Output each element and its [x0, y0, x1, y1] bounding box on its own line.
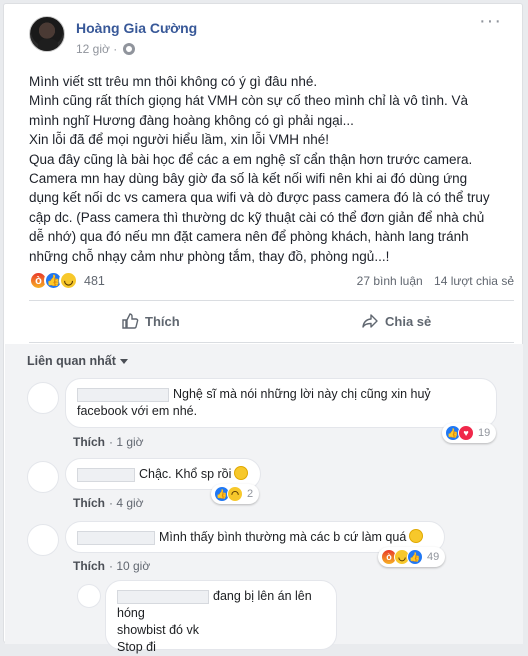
- like-button[interactable]: Thích: [121, 312, 180, 330]
- divider: [29, 342, 514, 343]
- comment-meta: Thích · 1 giờ: [73, 435, 144, 449]
- post-line: Mình cũng rất thích giọng hát VMH còn sự…: [29, 93, 469, 109]
- post-line: Qua đây cũng là bài học để các a em nghệ…: [29, 151, 473, 167]
- commenter-name[interactable]: [77, 530, 155, 545]
- comment-reaction-count: 2: [247, 488, 254, 500]
- sad-react-icon: ◠: [227, 486, 243, 502]
- comment-time[interactable]: · 10 giờ: [109, 559, 150, 573]
- post-line: Camera mn hay dùng bây giờ đa số là kết …: [29, 171, 468, 187]
- divider: [29, 300, 514, 301]
- post-line: cập dc. (Pass camera thì thường dc kỹ th…: [29, 209, 485, 225]
- reaction-count: 481: [84, 273, 105, 288]
- comment-time[interactable]: · 1 giờ: [109, 435, 144, 449]
- comment-reaction-count: 19: [478, 427, 491, 439]
- author-name[interactable]: Hoàng Gia Cường: [76, 20, 197, 36]
- share-label: Chia sẻ: [385, 313, 432, 329]
- comment-reactions[interactable]: 👍 ◠ 2: [211, 484, 260, 504]
- post-line: mình nghĩ Hương đàng hoàng không có gì p…: [29, 112, 354, 128]
- post-line: Xin lỗi đã để mọi người hiểu lầm, xin lỗ…: [29, 132, 330, 148]
- comment-count[interactable]: 27 bình luận: [357, 274, 423, 288]
- share-button[interactable]: Chia sẻ: [361, 312, 431, 330]
- reaction-summary[interactable]: ò 👍 ◡ 481: [29, 271, 105, 290]
- comments-sort-dropdown[interactable]: Liên quan nhất: [27, 354, 128, 368]
- comment-like-link[interactable]: Thích: [73, 435, 105, 449]
- share-arrow-icon: [362, 314, 378, 328]
- post-actions: Thích Chia sẻ: [29, 304, 514, 342]
- post-line: dụng kết nối dc vs camera qua wifi và dò…: [29, 190, 490, 206]
- sort-label: Liên quan nhất: [27, 354, 116, 368]
- post-time[interactable]: 12 giờ ·: [76, 42, 117, 56]
- comment-time[interactable]: · 4 giờ: [109, 496, 144, 510]
- comment-reactions[interactable]: 👍 ♥ 19: [442, 423, 497, 443]
- comment-text: Stop đi: [117, 640, 156, 654]
- author-avatar[interactable]: [29, 16, 65, 52]
- comment-meta: Thích · 4 giờ: [73, 496, 144, 510]
- comment-text: Nghệ sĩ mà nói những lời này chị cũng xi…: [173, 387, 431, 401]
- more-options-icon[interactable]: ···: [479, 11, 502, 31]
- comment-like-link[interactable]: Thích: [73, 496, 105, 510]
- comment-reaction-count: 49: [427, 551, 440, 563]
- grin-emoji-icon: [409, 529, 424, 543]
- commenter-name[interactable]: [77, 467, 135, 482]
- globe-icon: [123, 43, 136, 55]
- post-line: dễ nhớ) qua đó nếu mn đặt camera nên để …: [29, 229, 469, 245]
- post-card: Hoàng Gia Cường 12 giờ · ··· Mình viết s…: [3, 3, 523, 654]
- like-react-icon: 👍: [407, 549, 423, 565]
- commenter-avatar[interactable]: [27, 382, 59, 414]
- comment-bubble: Nghệ sĩ mà nói những lời này chị cũng xi…: [65, 378, 497, 428]
- like-label: Thích: [145, 313, 180, 329]
- post-stats: ò 👍 ◡ 481 27 bình luận 14 lượt chia sẻ: [29, 271, 514, 295]
- thumbs-up-icon: [122, 313, 139, 329]
- comment-reactions[interactable]: ò ◡ 👍 49: [378, 547, 446, 567]
- post-meta: 12 giờ ·: [76, 42, 136, 56]
- comment-bubble: đang bị lên án lên hóng showbist đó vk S…: [105, 580, 337, 654]
- comment-like-link[interactable]: Thích: [73, 559, 105, 573]
- love-react-icon: ♥: [458, 425, 474, 441]
- comment-text: Chậc. Khổ sp rồi: [139, 467, 232, 481]
- post-body: Mình viết stt trêu mn thôi không có ý gì…: [29, 72, 509, 266]
- caret-down-icon: [119, 358, 128, 364]
- share-count[interactable]: 14 lượt chia sẻ: [434, 274, 514, 288]
- commenter-name[interactable]: [77, 387, 169, 402]
- comment-meta: Thích · 10 giờ: [73, 559, 150, 573]
- commenter-avatar[interactable]: [77, 584, 101, 608]
- comment-text: facebook với em nhé.: [77, 404, 198, 418]
- comment-text: Mình thấy bình thường mà các b cứ làm qu…: [159, 530, 407, 544]
- haha-react-icon: ◡: [59, 271, 78, 290]
- post-line: những chỗ nhạy cảm như phòng tắm, thay đ…: [29, 248, 390, 264]
- comments-section: Liên quan nhất Nghệ sĩ mà nói những lời …: [5, 344, 523, 654]
- sad-emoji-icon: [234, 466, 249, 480]
- post-line: Mình viết stt trêu mn thôi không có ý gì…: [29, 74, 318, 89]
- commenter-avatar[interactable]: [27, 524, 59, 556]
- commenter-name[interactable]: [117, 589, 209, 604]
- comment-text: showbist đó vk: [117, 623, 199, 637]
- commenter-avatar[interactable]: [27, 461, 59, 493]
